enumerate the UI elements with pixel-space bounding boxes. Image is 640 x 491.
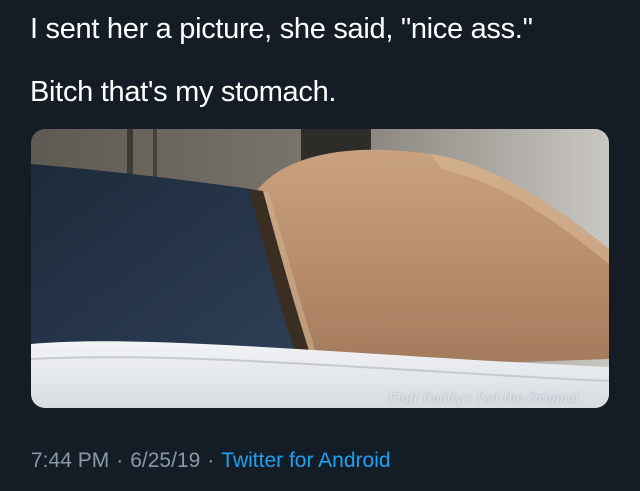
tweet-line: I sent her a picture, she said, "nice as… xyxy=(30,13,533,45)
media-watermark: Fluff Daddy's Pad-the Original xyxy=(388,391,579,405)
media-photo xyxy=(31,129,609,408)
meta-separator: · xyxy=(116,449,124,472)
tweet-text: I sent her a picture, she said, "nice as… xyxy=(30,10,620,112)
tweet: I sent her a picture, she said, "nice as… xyxy=(0,0,640,491)
tweet-line: Bitch that's my stomach. xyxy=(30,76,337,108)
tweet-meta: 7:44 PM · 6/25/19 · Twitter for Android xyxy=(31,447,391,475)
tweet-source-link[interactable]: Twitter for Android xyxy=(221,449,390,472)
meta-separator: · xyxy=(207,449,215,472)
tweet-media[interactable]: Fluff Daddy's Pad-the Original xyxy=(31,129,609,408)
tweet-time[interactable]: 7:44 PM xyxy=(31,449,109,472)
tweet-date[interactable]: 6/25/19 xyxy=(130,449,200,472)
